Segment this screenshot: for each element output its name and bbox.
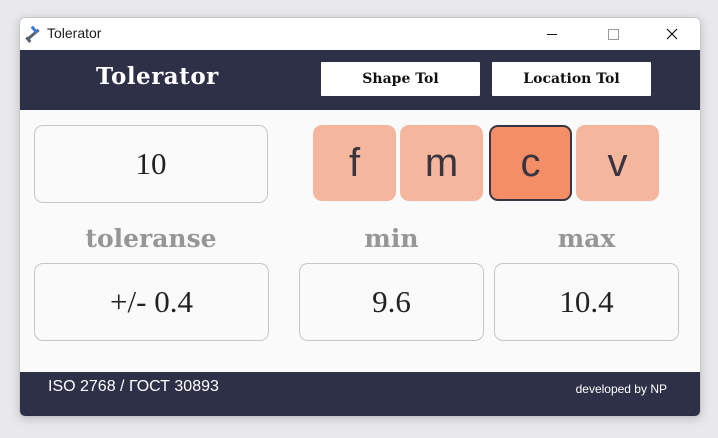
min-value: 9.6 <box>299 263 484 341</box>
app-header: Tolerator Shape Tol Location Tol <box>20 50 700 110</box>
nominal-size-input[interactable]: 10 <box>34 125 268 203</box>
location-tol-button[interactable]: Location Tol <box>492 62 651 96</box>
close-button[interactable] <box>649 18 695 50</box>
maximize-button[interactable] <box>590 18 636 50</box>
caliper-icon <box>24 24 44 44</box>
developer-credit: developed by NP <box>575 382 667 396</box>
app-brand: Tolerator <box>96 63 219 90</box>
app-footer: ISO 2768 / ГОСТ 30893 developed by NP <box>20 372 700 416</box>
tolerance-value: +/- 0.4 <box>34 263 269 341</box>
maximize-icon <box>607 28 619 40</box>
minimize-button[interactable] <box>529 18 575 50</box>
max-label: max <box>557 224 616 253</box>
title-bar[interactable]: Tolerator <box>20 18 700 50</box>
app-window: Tolerator Tolerator Shape Tol Location T… <box>19 17 701 417</box>
standard-reference: ISO 2768 / ГОСТ 30893 <box>48 378 219 395</box>
tolerance-class-f-button[interactable]: f <box>313 125 396 201</box>
min-label: min <box>364 224 419 253</box>
minimize-icon <box>547 33 557 35</box>
shape-tol-button[interactable]: Shape Tol <box>321 62 480 96</box>
close-icon <box>666 28 678 40</box>
tolerance-label: toleranse <box>85 224 217 253</box>
tolerance-class-v-button[interactable]: v <box>576 125 659 201</box>
max-value: 10.4 <box>494 263 679 341</box>
window-title: Tolerator <box>47 25 102 41</box>
main-panel: 10 f m c v toleranse min max +/- 0.4 9.6… <box>20 110 700 372</box>
tolerance-class-m-button[interactable]: m <box>400 125 483 201</box>
tolerance-class-c-button[interactable]: c <box>489 125 572 201</box>
